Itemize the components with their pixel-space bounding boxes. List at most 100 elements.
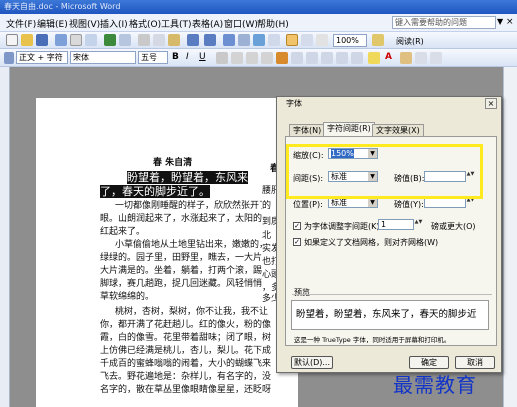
- formatting-toolbar: 正文 + 字符 宋体 五号 B I U A: [0, 49, 517, 67]
- document-page[interactable]: 春 朱自清 盼望着，盼望着，东风来 了，春天的脚步近了。 一切都像刚睡醒的样子，…: [36, 98, 298, 407]
- watermark: 最需教育: [393, 373, 477, 397]
- text-highlight-icon[interactable]: [368, 52, 380, 64]
- body-line: 红起来了。: [100, 227, 146, 237]
- menu-format[interactable]: 格式(O): [129, 17, 161, 30]
- body-line: 千成百的蜜蜂嗡嗡的闹着，大小的蝴蝶飞来: [100, 359, 272, 369]
- help-icon[interactable]: [372, 34, 384, 46]
- spinner-icon[interactable]: ▲▼: [466, 198, 475, 209]
- vertical-ruler: [0, 67, 10, 407]
- line-spacing-icon[interactable]: [291, 52, 303, 64]
- show-hide-icon[interactable]: [316, 34, 328, 46]
- justify-icon[interactable]: [261, 52, 273, 64]
- char-scale-icon[interactable]: [430, 52, 442, 64]
- menu-window[interactable]: 窗口(W): [224, 17, 258, 30]
- help-search-input[interactable]: 键入需要帮助的问题: [392, 16, 496, 29]
- bullets-icon[interactable]: [321, 52, 333, 64]
- menu-view[interactable]: 视图(V): [69, 17, 100, 30]
- menu-help[interactable]: 帮助(H): [257, 17, 289, 30]
- read-button[interactable]: 阅读(R): [396, 36, 424, 47]
- spinner-icon[interactable]: ▲▼: [414, 220, 423, 231]
- underline-button[interactable]: U: [199, 52, 206, 62]
- zoom-select[interactable]: 100%: [333, 34, 367, 47]
- redo-icon[interactable]: [204, 34, 216, 46]
- menu-tools[interactable]: 工具(T): [161, 17, 192, 30]
- styles-pane-icon[interactable]: [4, 52, 14, 64]
- undo-icon[interactable]: [187, 34, 199, 46]
- highlighted-line-1[interactable]: 盼望着，盼望着，东风来: [127, 171, 248, 184]
- kerning-input[interactable]: 1 ▲▼: [378, 219, 422, 230]
- highlight-color-icon[interactable]: [276, 52, 288, 64]
- menu-edit[interactable]: 编辑(E): [37, 17, 68, 30]
- insert-table-icon[interactable]: [253, 34, 265, 46]
- permission-icon[interactable]: [55, 34, 67, 46]
- spelling-icon[interactable]: [104, 34, 116, 46]
- menu-file[interactable]: 文件(F): [6, 17, 36, 30]
- menu-table[interactable]: 表格(A): [192, 17, 223, 30]
- char-border-icon[interactable]: [400, 52, 412, 64]
- dialog-close-icon[interactable]: ×: [485, 98, 497, 109]
- default-button[interactable]: 默认(D)...: [291, 356, 333, 369]
- chevron-down-icon[interactable]: ▼: [368, 198, 377, 207]
- copy-icon[interactable]: [153, 34, 165, 46]
- ok-button[interactable]: 确定: [409, 356, 449, 369]
- open-icon[interactable]: [21, 34, 33, 46]
- standard-toolbar: 100% 阅读(R): [0, 32, 517, 49]
- tab-font[interactable]: 字体(N): [289, 124, 326, 136]
- body-line: 眼。山朗润起来了，水涨起来了，太阳的脸: [100, 214, 272, 224]
- paste-icon[interactable]: [168, 34, 180, 46]
- document-map-icon[interactable]: [301, 34, 313, 46]
- tab-character-spacing[interactable]: 字符间距(R): [323, 122, 375, 136]
- research-icon[interactable]: [119, 34, 131, 46]
- cancel-button[interactable]: 取消: [455, 356, 495, 369]
- grid-label: 如果定义了文档网格，则对齐网格(W): [304, 238, 439, 247]
- highlight-annotation-box: [286, 144, 483, 199]
- body-line: 小草偷偷地从土地里钻出来，嫩嫩的，: [115, 240, 269, 250]
- font-size-select[interactable]: 五号: [138, 51, 168, 64]
- new-document-icon[interactable]: [6, 34, 18, 46]
- font-dialog: 字体 × 字体(N) 字符间距(R) 文字效果(X) 缩放(C): 150% ▼…: [276, 96, 502, 373]
- excel-icon[interactable]: [268, 34, 280, 46]
- preview-label: 预览: [294, 288, 310, 297]
- vertical-scrollbar[interactable]: [503, 67, 517, 407]
- menu-insert[interactable]: 插入(I): [100, 17, 128, 30]
- font-select[interactable]: 宋体: [70, 51, 136, 64]
- bold-button[interactable]: B: [172, 52, 179, 62]
- body-line: 飞去。野花遍地是：杂样儿，有名字的，没: [100, 372, 272, 382]
- tab-text-effects[interactable]: 文字效果(X): [372, 124, 424, 136]
- position-label: 位置(P):: [293, 200, 323, 209]
- close-document-icon[interactable]: ×: [506, 17, 514, 27]
- kerning-value: 1: [381, 220, 387, 229]
- title-bar: 春天自由.doc - Microsoft Word: [0, 0, 517, 14]
- preview-divider: [292, 294, 492, 295]
- char-shading-icon[interactable]: [415, 52, 427, 64]
- decrease-indent-icon[interactable]: [336, 52, 348, 64]
- highlighted-line-2[interactable]: 了，春天的脚步近了。: [100, 185, 210, 198]
- style-select[interactable]: 正文 + 字符: [16, 51, 68, 64]
- font-color-button[interactable]: A: [385, 52, 392, 62]
- fragment: 北: [262, 231, 272, 241]
- body-line: 桃树，杏树，梨树，你不让我，我不让: [115, 307, 269, 317]
- body-line: 一切都像刚睡醒的样子，欣欣然张开了: [115, 201, 269, 211]
- kerning-label: 为字体调整字间距(K):: [304, 222, 383, 231]
- print-icon[interactable]: [70, 34, 82, 46]
- align-left-icon[interactable]: [231, 52, 243, 64]
- italic-button[interactable]: I: [186, 52, 189, 62]
- drawing-icon[interactable]: [286, 34, 298, 46]
- body-line: 大片满是的。坐着，躺着，打两个滚，踢几: [100, 266, 272, 276]
- print-preview-icon[interactable]: [85, 34, 97, 46]
- kerning-checkbox[interactable]: ✓: [293, 222, 301, 230]
- preview-box: 盼望着，盼望着，东风来了，春天的脚步近: [291, 300, 489, 330]
- grid-checkbox[interactable]: ✓: [293, 238, 301, 246]
- tables-icon[interactable]: [238, 34, 250, 46]
- save-icon[interactable]: [36, 34, 48, 46]
- body-line: 名字的，散在草丛里像眼睛像星星，还眨呀: [100, 385, 272, 395]
- font-note: 这是一种 TrueType 字体，同时适用于屏幕和打印机。: [294, 336, 451, 344]
- body-line: 脚球，赛几趟跑，捉几回迷藏。风轻悄悄的，: [100, 279, 281, 289]
- hyperlink-icon[interactable]: [223, 34, 235, 46]
- increase-indent-icon[interactable]: [351, 52, 363, 64]
- help-dropdown-icon[interactable]: ▼: [497, 17, 503, 26]
- cut-icon[interactable]: [138, 34, 150, 46]
- numbering-icon[interactable]: [306, 52, 318, 64]
- align-center-icon[interactable]: [246, 52, 258, 64]
- border-icon[interactable]: [216, 52, 228, 64]
